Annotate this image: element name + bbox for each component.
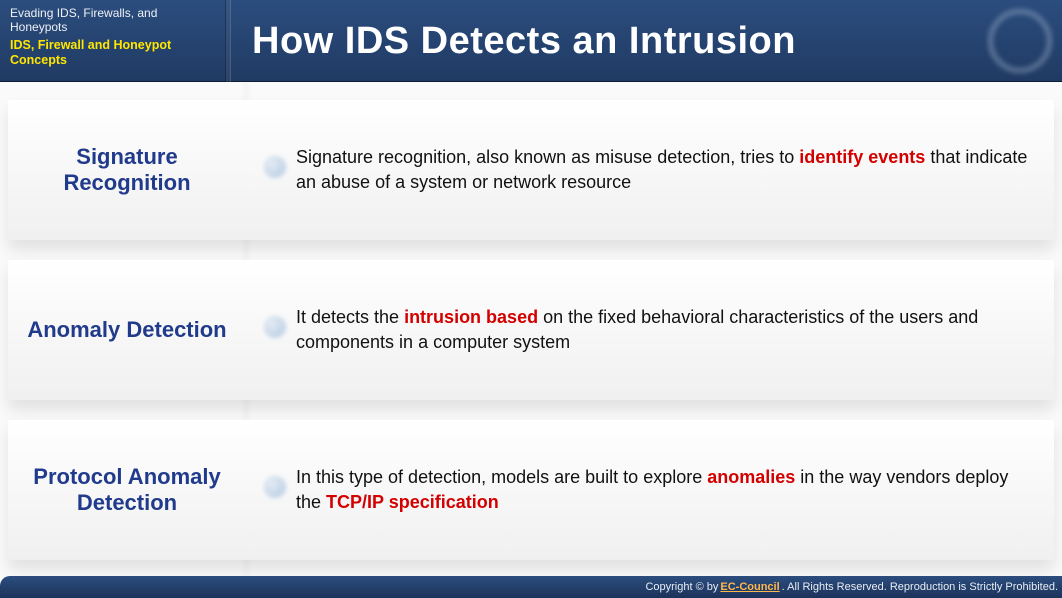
- detection-card-anomaly: Anomaly Detection It detects the intrusi…: [8, 260, 1054, 400]
- brand-link[interactable]: EC-Council: [720, 581, 779, 593]
- desc-highlight: identify events: [799, 147, 925, 167]
- bullet-icon: [264, 156, 286, 178]
- slide: Evading IDS, Firewalls, and Honeypots ID…: [0, 0, 1062, 598]
- footer-bar: Copyright © by EC-Council . All Rights R…: [0, 576, 1062, 598]
- brand-logo: [978, 0, 1062, 82]
- card-description: It detects the intrusion based on the fi…: [296, 260, 1032, 400]
- desc-highlight: intrusion based: [404, 307, 538, 327]
- copyright-text: . All Rights Reserved. Reproduction is S…: [782, 581, 1058, 593]
- header-divider: [225, 0, 231, 82]
- desc-highlight: TCP/IP specification: [326, 492, 499, 512]
- card-description: In this type of detection, models are bu…: [296, 420, 1032, 560]
- card-title: Protocol Anomaly Detection: [8, 420, 246, 560]
- detection-card-protocol-anomaly: Protocol Anomaly Detection In this type …: [8, 420, 1054, 560]
- bullet-icon: [264, 316, 286, 338]
- header-bar: Evading IDS, Firewalls, and Honeypots ID…: [0, 0, 1062, 82]
- desc-text: In this type of detection, models are bu…: [296, 467, 707, 487]
- desc-text: It detects the: [296, 307, 404, 327]
- card-title: Signature Recognition: [8, 100, 246, 240]
- breadcrumb: Evading IDS, Firewalls, and Honeypots ID…: [0, 0, 225, 82]
- bullet-icon: [264, 476, 286, 498]
- content-area: Signature Recognition Signature recognit…: [0, 82, 1062, 576]
- desc-highlight: anomalies: [707, 467, 795, 487]
- card-description: Signature recognition, also known as mis…: [296, 100, 1032, 240]
- copyright-text: Copyright © by: [645, 581, 718, 593]
- page-title: How IDS Detects an Intrusion: [232, 20, 796, 63]
- breadcrumb-module: Evading IDS, Firewalls, and Honeypots: [10, 6, 215, 34]
- detection-card-signature: Signature Recognition Signature recognit…: [8, 100, 1054, 240]
- card-title: Anomaly Detection: [8, 260, 246, 400]
- breadcrumb-section: IDS, Firewall and Honeypot Concepts: [10, 38, 215, 68]
- page-title-wrap: How IDS Detects an Intrusion: [232, 0, 972, 82]
- desc-text: Signature recognition, also known as mis…: [296, 147, 799, 167]
- brand-logo-circle-icon: [989, 10, 1051, 72]
